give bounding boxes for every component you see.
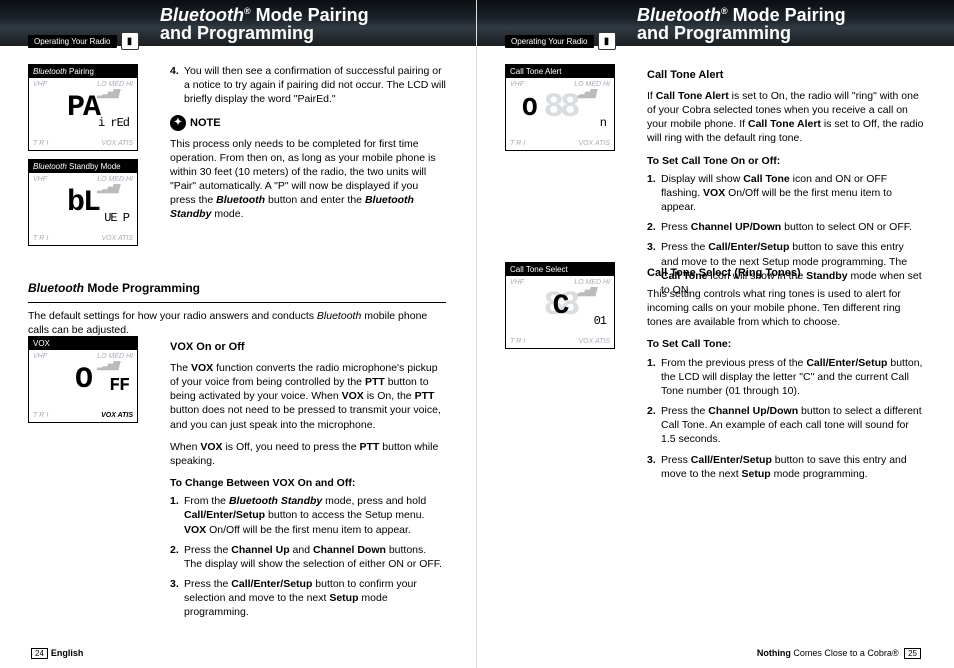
title-rest: Mode Pairing xyxy=(728,5,846,25)
page-footer-left: 24English xyxy=(28,648,83,658)
cts-steps: From the previous press of the Call/Ente… xyxy=(647,356,924,481)
page-number: 25 xyxy=(904,648,921,659)
registered-mark: ® xyxy=(244,6,251,16)
lcd-header: Call Tone Alert xyxy=(506,65,614,78)
lcd-screen: VHFLO MED HI▂▃▅▇ PA i rEd TRIVOX ATIS xyxy=(29,78,137,150)
programming-title: Bluetooth Mode Programming xyxy=(28,280,446,296)
cts-section: Call Tone Select (Ring Tones) This setti… xyxy=(647,262,924,489)
lcd-pairing-box: Bluetooth Pairing VHFLO MED HI▂▃▅▇ PA i … xyxy=(28,64,138,151)
manual-spread: Bluetooth® Mode Pairing and Programming … xyxy=(0,0,954,668)
lcd-cts-box: Call Tone Select VHFLO MED HI▂▃▅▇ 88 C 0… xyxy=(505,262,615,349)
sidebar-cts-figure: Call Tone Select VHFLO MED HI▂▃▅▇ 88 C 0… xyxy=(505,262,635,357)
radio-icon: ▮ xyxy=(121,32,139,50)
cta-step-2: Press Channel UP/Down button to select O… xyxy=(647,220,924,234)
footer-slogan: Comes Close to a Cobra xyxy=(791,648,892,658)
page-title: Bluetooth® Mode Pairing and Programming xyxy=(637,2,846,42)
lcd-header: Call Tone Select xyxy=(506,263,614,276)
vox-step-3: Press the Call/Enter/Setup button to con… xyxy=(170,577,446,620)
page-number: 24 xyxy=(31,648,48,659)
cts-step-2: Press the Channel Up/Down button to sele… xyxy=(647,404,924,447)
section-tab: Operating Your Radio ▮ xyxy=(505,32,616,50)
lcd-sub-text: i rEd xyxy=(98,116,129,130)
vox-section: VOX On or Off The VOX function converts … xyxy=(170,336,446,628)
note-icon: ✦ xyxy=(170,115,186,131)
section-tab: Operating Your Radio ▮ xyxy=(28,32,139,50)
registered-mark: ® xyxy=(721,6,728,16)
lcd-big-text: O xyxy=(512,86,608,130)
bluetooth-word: Bluetooth xyxy=(637,5,721,25)
cts-step-1: From the previous press of the Call/Ente… xyxy=(647,356,924,399)
section-tab-label: Operating Your Radio xyxy=(28,35,117,48)
page-footer-right: Nothing Comes Close to a Cobra® 25 xyxy=(757,648,924,658)
sidebar-figures: Bluetooth Pairing VHFLO MED HI▂▃▅▇ PA i … xyxy=(28,64,158,254)
note-heading: ✦NOTE xyxy=(170,115,446,131)
vox-step-1: From the Bluetooth Standby mode, press a… xyxy=(170,494,446,537)
lcd-header: Bluetooth Standby Mode xyxy=(29,160,137,173)
lcd-screen: VHFLO MED HI▂▃▅▇ O FF TRIVOX ATIS xyxy=(29,350,137,422)
cts-subheading: To Set Call Tone: xyxy=(647,337,924,351)
lcd-sub-text: UE P xyxy=(104,211,129,225)
lcd-sub-text: n xyxy=(600,116,606,130)
vox-steps: From the Bluetooth Standby mode, press a… xyxy=(170,494,446,619)
lcd-cta-box: Call Tone Alert VHFLO MED HI▂▃▅▇ 88 O n … xyxy=(505,64,615,151)
note-body: This process only needs to be completed … xyxy=(170,137,446,222)
cts-step-3: Press Call/Enter/Setup button to save th… xyxy=(647,453,924,481)
vox-change-heading: To Change Between VOX On and Off: xyxy=(170,476,446,490)
programming-intro: The default settings for how your radio … xyxy=(28,309,446,337)
cta-step-1: Display will show Call Tone icon and ON … xyxy=(647,172,924,215)
cts-title: Call Tone Select (Ring Tones) xyxy=(647,266,924,281)
title-rest: Mode Pairing xyxy=(251,5,369,25)
lcd-standby-box: Bluetooth Standby Mode VHFLO MED HI▂▃▅▇ … xyxy=(28,159,138,246)
radio-icon: ▮ xyxy=(598,32,616,50)
lcd-header: Bluetooth Pairing xyxy=(29,65,137,78)
footer-language: English xyxy=(51,648,84,658)
divider xyxy=(28,302,446,303)
lcd-vox-box: VOX VHFLO MED HI▂▃▅▇ O FF TRIVOX ATIS xyxy=(28,336,138,423)
vox-paragraph-2: When VOX is Off, you need to press the P… xyxy=(170,440,446,468)
vox-step-2: Press the Channel Up and Channel Down bu… xyxy=(170,543,446,571)
vox-paragraph-1: The VOX function converts the radio micr… xyxy=(170,361,446,432)
section-tab-label: Operating Your Radio xyxy=(505,35,594,48)
page-title: Bluetooth® Mode Pairing and Programming xyxy=(160,2,369,42)
cta-paragraph: If Call Tone Alert is set to On, the rad… xyxy=(647,89,924,146)
footer-slogan-bold: Nothing xyxy=(757,648,791,658)
lcd-header: VOX xyxy=(29,337,137,350)
sidebar-vox-figure: VOX VHFLO MED HI▂▃▅▇ O FF TRIVOX ATIS xyxy=(28,336,158,431)
main-text-upper: You will then see a confirmation of succ… xyxy=(170,64,446,230)
registered-mark: ® xyxy=(892,648,899,658)
page-25: Bluetooth® Mode Pairing and Programming … xyxy=(477,0,954,668)
lcd-screen: VHFLO MED HI▂▃▅▇ 88 O n TRIVOX ATIS xyxy=(506,78,614,150)
page-24: Bluetooth® Mode Pairing and Programming … xyxy=(0,0,477,668)
title-line-2: and Programming xyxy=(637,24,846,42)
lcd-sub-text: FF xyxy=(109,376,129,396)
sidebar-cta-figure: Call Tone Alert VHFLO MED HI▂▃▅▇ 88 O n … xyxy=(505,64,635,159)
cta-subheading: To Set Call Tone On or Off: xyxy=(647,154,924,168)
cta-title: Call Tone Alert xyxy=(647,68,924,83)
pairing-step-4: You will then see a confirmation of succ… xyxy=(170,64,446,107)
lcd-screen: VHFLO MED HI▂▃▅▇ bL UE P TRIVOX ATIS xyxy=(29,173,137,245)
lcd-screen: VHFLO MED HI▂▃▅▇ 88 C 01 TRIVOX ATIS xyxy=(506,276,614,348)
bluetooth-word: Bluetooth xyxy=(160,5,244,25)
cts-paragraph: This setting controls what ring tones is… xyxy=(647,287,924,330)
vox-title: VOX On or Off xyxy=(170,340,446,355)
lcd-sub-text: 01 xyxy=(594,314,606,328)
title-line-2: and Programming xyxy=(160,24,369,42)
